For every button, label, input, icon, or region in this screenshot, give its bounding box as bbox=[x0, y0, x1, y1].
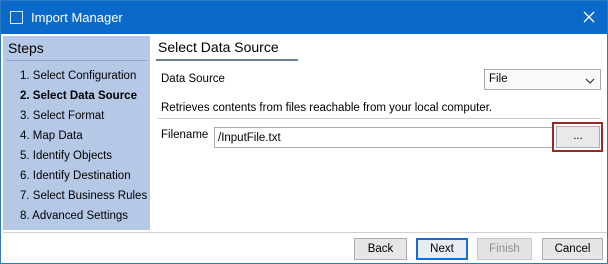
step-select-format[interactable]: 3. Select Format bbox=[20, 110, 104, 122]
steps-divider bbox=[6, 60, 147, 61]
import-manager-window: Import Manager Steps 1. Select Configura… bbox=[0, 0, 608, 264]
filename-input[interactable] bbox=[214, 127, 553, 148]
data-source-select[interactable]: File bbox=[484, 69, 601, 90]
step-identify-objects[interactable]: 5. Identify Objects bbox=[20, 150, 112, 162]
steps-panel: Steps 1. Select Configuration 2. Select … bbox=[3, 36, 150, 230]
back-button[interactable]: Back bbox=[354, 238, 407, 260]
filename-label: Filename bbox=[161, 129, 209, 141]
section-title: Select Data Source bbox=[158, 39, 279, 55]
description-divider bbox=[158, 118, 601, 119]
data-source-selected-value: File bbox=[489, 73, 508, 85]
step-identify-destination[interactable]: 6. Identify Destination bbox=[20, 170, 131, 182]
browse-button[interactable]: ... bbox=[556, 126, 600, 148]
window-icon bbox=[10, 11, 23, 24]
step-select-business-rules[interactable]: 7. Select Business Rules bbox=[20, 190, 147, 202]
window-title: Import Manager bbox=[31, 10, 123, 25]
data-source-label: Data Source bbox=[161, 73, 225, 85]
steps-header: Steps bbox=[8, 40, 44, 56]
cancel-button[interactable]: Cancel bbox=[542, 238, 603, 260]
section-title-underline bbox=[156, 59, 298, 61]
step-advanced-settings[interactable]: 8. Advanced Settings bbox=[20, 210, 128, 222]
step-select-data-source[interactable]: 2. Select Data Source bbox=[20, 90, 137, 102]
chevron-down-icon bbox=[585, 75, 595, 85]
step-select-configuration[interactable]: 1. Select Configuration bbox=[20, 70, 136, 82]
close-icon[interactable] bbox=[581, 9, 597, 25]
finish-button[interactable]: Finish bbox=[477, 238, 532, 260]
next-button[interactable]: Next bbox=[416, 238, 468, 260]
title-bar: Import Manager bbox=[1, 1, 607, 34]
data-source-description: Retrieves contents from files reachable … bbox=[161, 102, 493, 114]
footer-divider bbox=[3, 232, 607, 233]
step-map-data[interactable]: 4. Map Data bbox=[20, 130, 83, 142]
